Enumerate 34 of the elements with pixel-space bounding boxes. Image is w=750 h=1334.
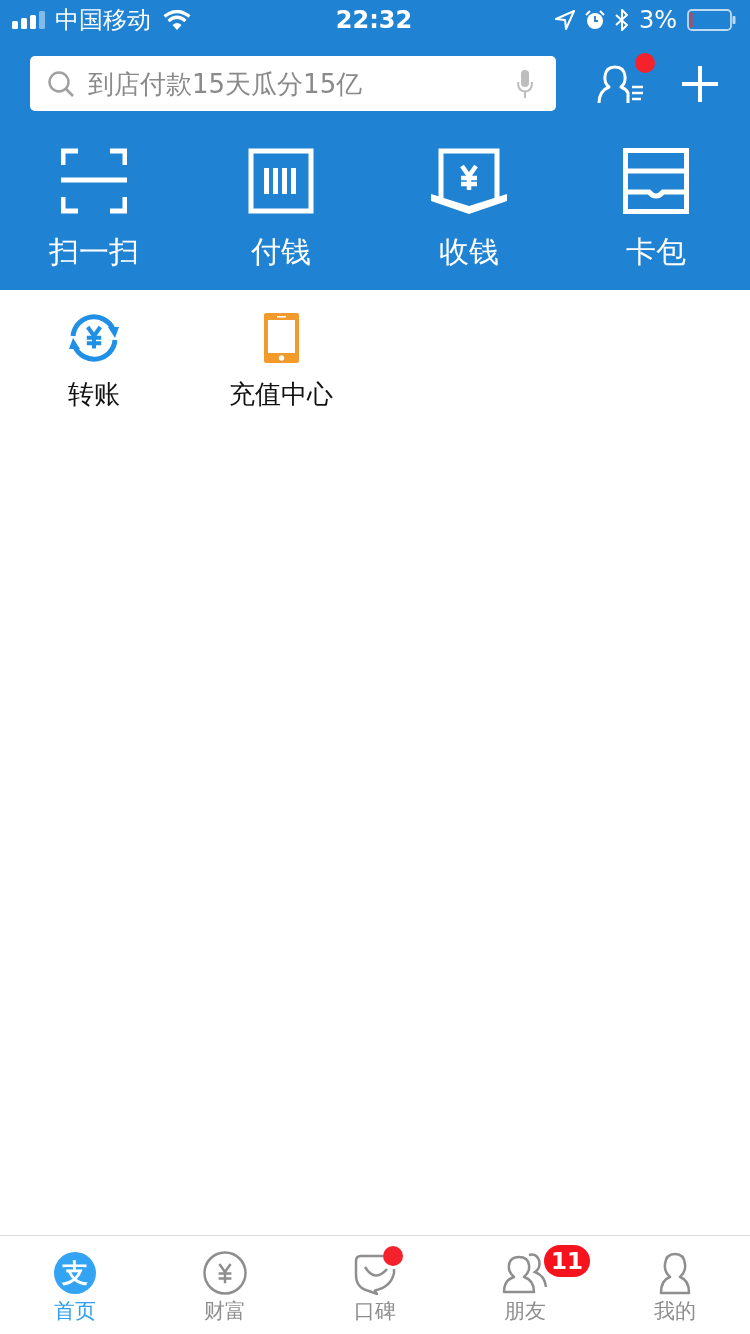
count-badge: 11 — [544, 1245, 590, 1277]
status-time: 22:32 — [335, 6, 413, 34]
search-input[interactable]: 到店付款15天瓜分15亿 — [88, 66, 502, 101]
tray-icon — [623, 148, 690, 214]
search-icon — [48, 70, 74, 97]
phone-icon — [263, 313, 299, 363]
plus-icon[interactable] — [682, 65, 718, 102]
alarm-icon — [584, 10, 605, 30]
search-field[interactable]: 到店付款15天瓜分15亿 — [30, 56, 556, 111]
app-shortcut[interactable]: 转账 — [67, 312, 120, 408]
scan-icon — [60, 148, 127, 214]
tab-item[interactable]: 口碑 — [315, 1243, 435, 1334]
battery-icon — [687, 9, 736, 31]
logo-icon: 支 — [54, 1252, 96, 1294]
people-icon — [501, 1251, 549, 1295]
quick-action[interactable]: 卡包 — [623, 148, 690, 269]
contacts-icon[interactable] — [597, 64, 645, 105]
bluetooth-icon — [614, 9, 629, 31]
quick-action[interactable]: 扫一扫 — [48, 148, 139, 269]
yen-pocket-icon — [430, 148, 507, 214]
location-arrow-icon — [554, 10, 575, 30]
signal-icon — [12, 11, 45, 29]
tab-item[interactable]: 财富 — [165, 1243, 285, 1334]
battery-percent: 3% — [638, 6, 677, 34]
app-shortcut[interactable]: 充值中心 — [229, 312, 334, 408]
tab-item[interactable]: 支 首页 — [15, 1243, 135, 1334]
yen-exchange-icon — [67, 312, 120, 364]
quick-action[interactable]: 付钱 — [248, 148, 315, 269]
barcode-icon — [248, 148, 315, 214]
quick-action[interactable]: 收钱 — [430, 148, 507, 269]
wifi-icon — [163, 10, 191, 30]
carrier-name: 中国移动 — [55, 6, 151, 34]
yen-coin-icon — [203, 1251, 247, 1295]
tab-item[interactable]: 我的 — [615, 1243, 735, 1334]
